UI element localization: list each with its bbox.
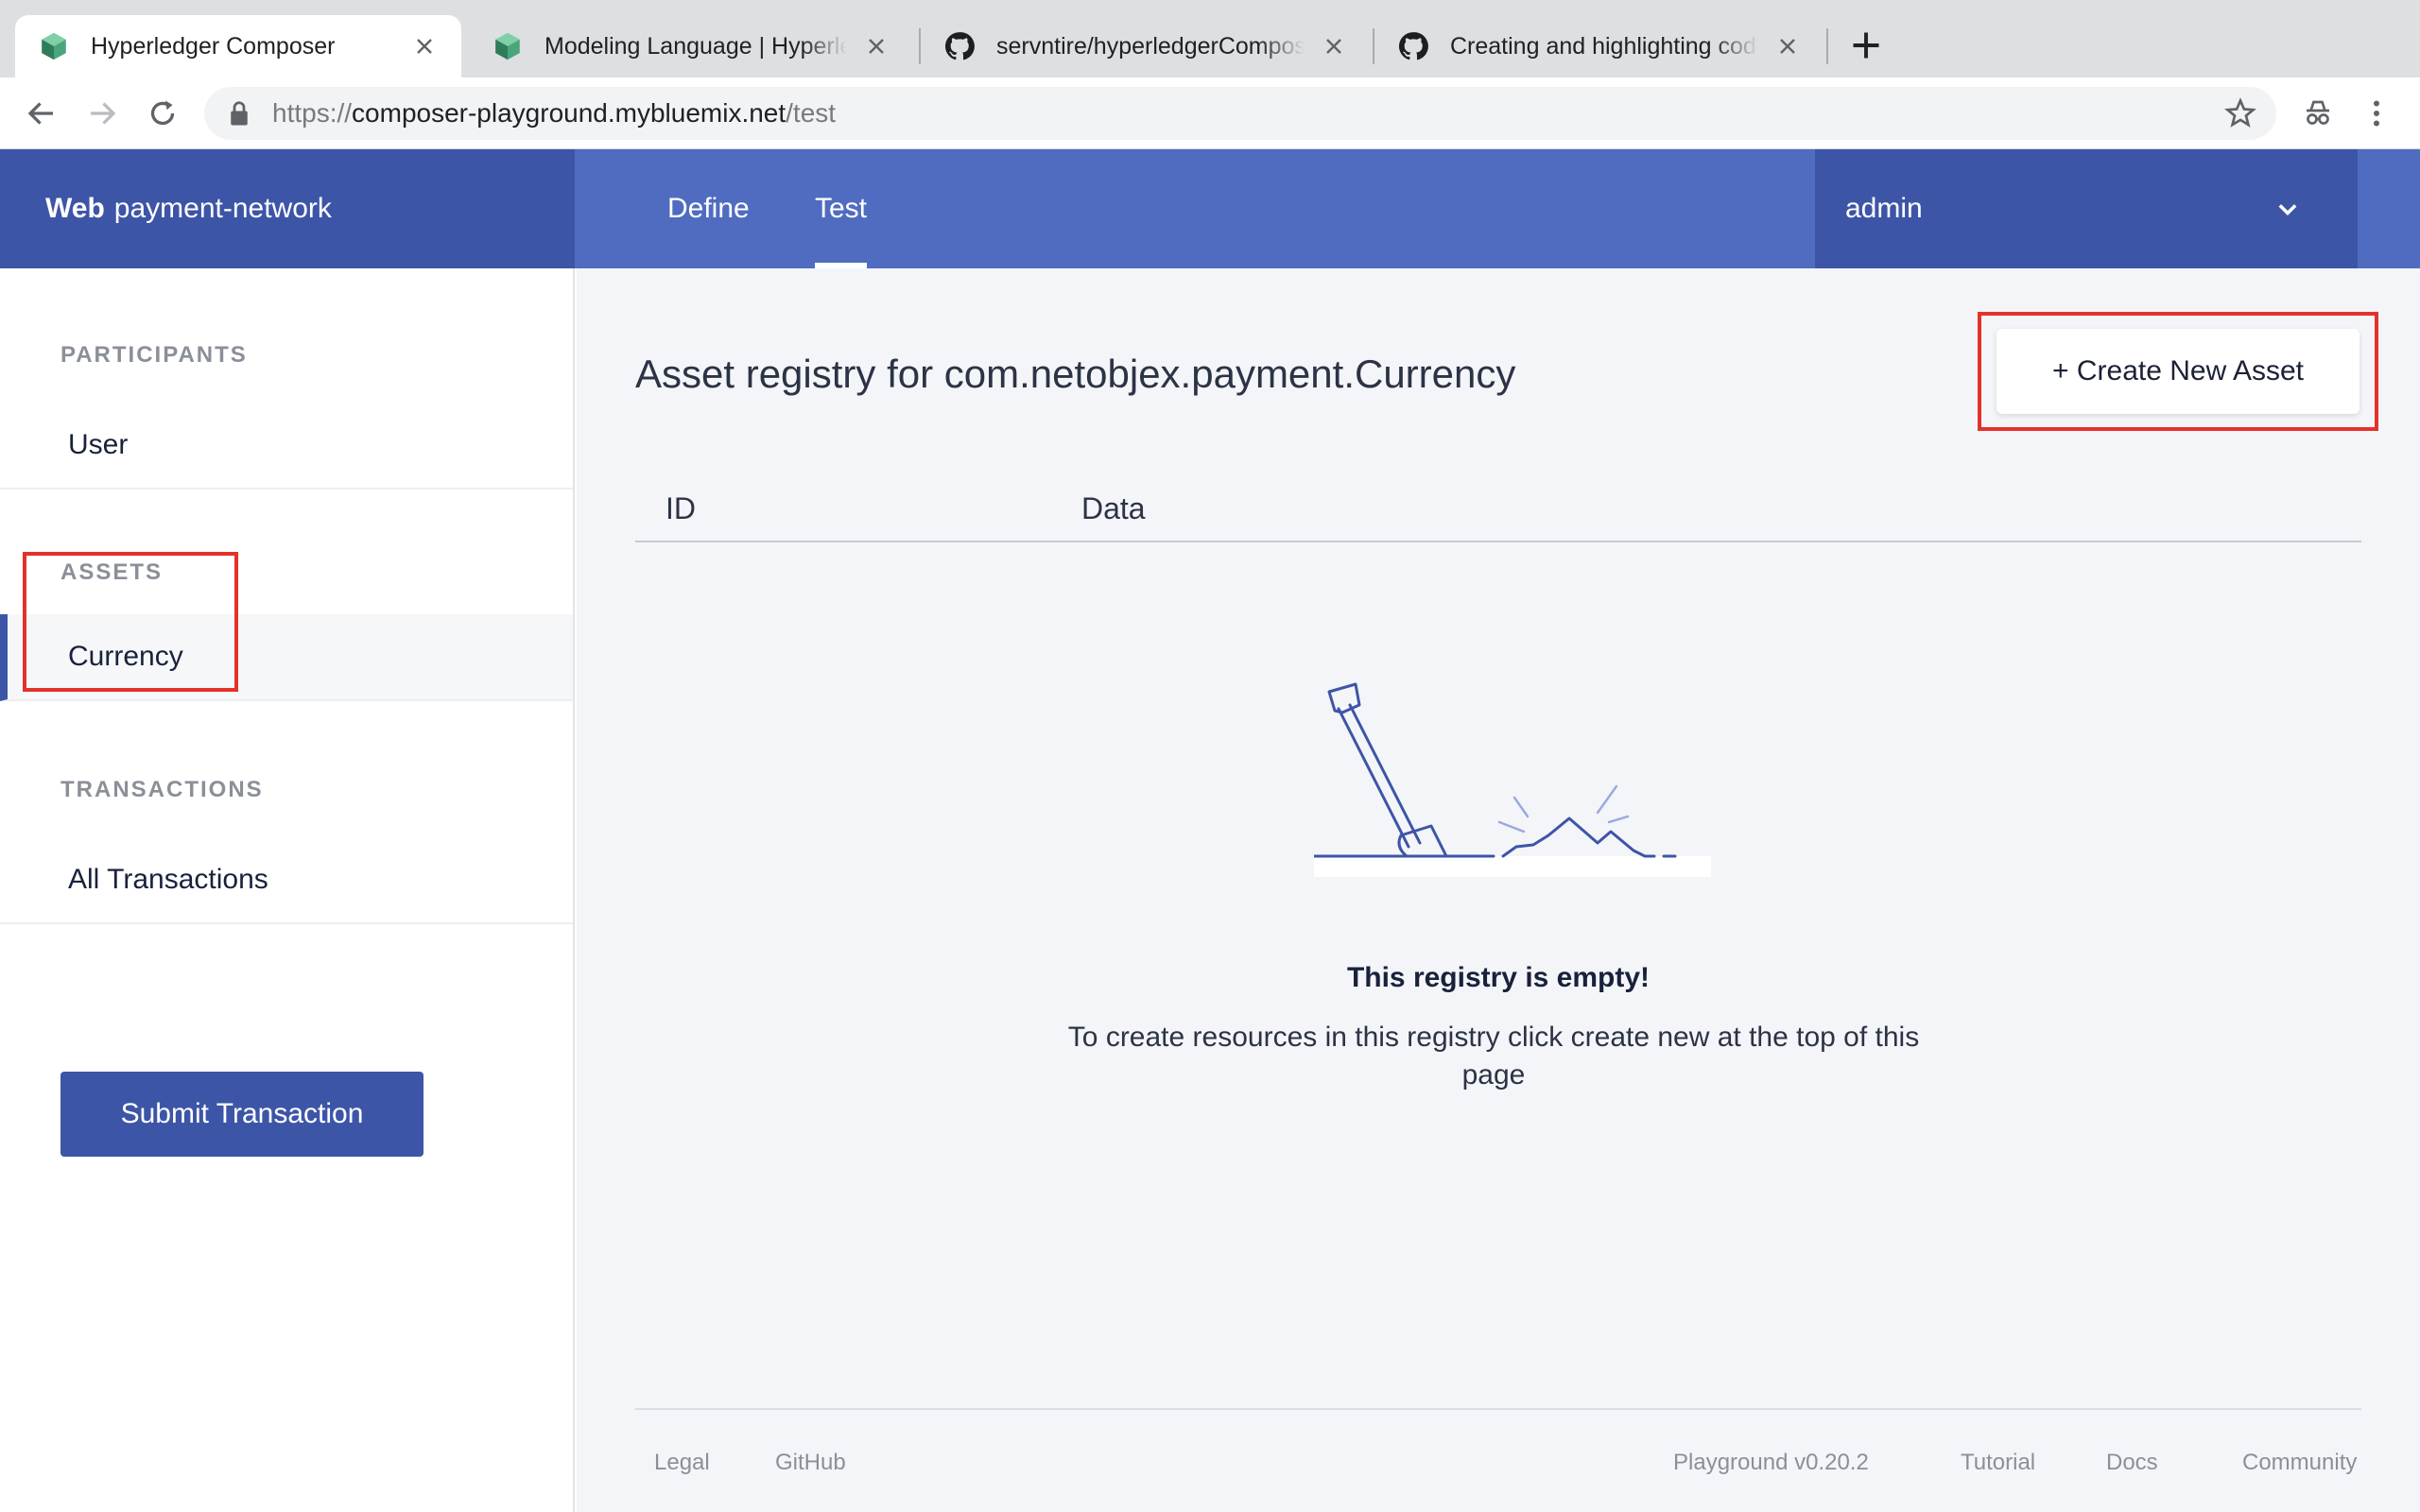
url-host: composer-playground.mybluemix.net <box>352 98 786 128</box>
brand-web: Web <box>45 193 105 224</box>
close-tab-icon[interactable] <box>1773 32 1802 60</box>
business-network-name: payment-network <box>113 193 332 224</box>
github-icon <box>944 32 975 60</box>
participants-heading: PARTICIPANTS <box>60 342 248 368</box>
page-title: Asset registry for com.netobjex.payment.… <box>635 352 1516 396</box>
back-arrow-icon[interactable] <box>25 96 59 130</box>
transactions-heading: TRANSACTIONS <box>60 777 264 802</box>
footer-link-legal[interactable]: Legal <box>654 1450 710 1476</box>
browser-toolbar: https://composer-playground.mybluemix.ne… <box>0 77 2420 149</box>
close-tab-icon[interactable] <box>1320 32 1348 60</box>
footer-link-community[interactable]: Community <box>2242 1450 2357 1476</box>
table-header: ID Data <box>635 478 2361 542</box>
lock-icon <box>231 101 248 126</box>
footer-link-tutorial[interactable]: Tutorial <box>1961 1450 2035 1476</box>
tab-title: servntire/hyperledgerComposer <box>996 32 1305 60</box>
browser-tab[interactable]: Modeling Language | Hyperledger Composer <box>469 15 913 77</box>
tab-separator <box>1826 28 1828 64</box>
empty-shovel-illustration <box>1314 682 1711 877</box>
assets-highlight-box <box>23 552 238 692</box>
user-menu[interactable]: admin <box>1815 149 2358 268</box>
browser-tab[interactable]: servntire/hyperledgerComposer <box>921 15 1371 77</box>
bookmark-star-icon[interactable] <box>2223 96 2257 130</box>
incognito-icon[interactable] <box>2301 96 2335 130</box>
browser-tab[interactable]: Hyperledger Composer <box>15 15 461 77</box>
url-scheme: https:// <box>272 98 353 128</box>
sidebar-item-all-transactions[interactable]: All Transactions <box>0 837 573 924</box>
browser-tabstrip: Hyperledger Composer Modeling Language |… <box>0 0 2420 77</box>
reload-icon[interactable] <box>146 96 180 130</box>
tab-test[interactable]: Test <box>815 149 868 268</box>
composer-cube-icon <box>42 32 66 60</box>
column-header-id: ID <box>666 491 696 525</box>
footer-link-github[interactable]: GitHub <box>775 1450 846 1476</box>
footer-link-docs[interactable]: Docs <box>2106 1450 2158 1476</box>
tab-define[interactable]: Define <box>667 149 750 268</box>
empty-state-description: To create resources in this registry cli… <box>1067 1022 1920 1091</box>
new-tab-plus-icon[interactable] <box>1849 28 1883 62</box>
tab-title: Modeling Language | Hyperledger Composer <box>544 32 847 60</box>
empty-state-title: This registry is empty! <box>1346 962 1651 993</box>
main-content: Asset registry for com.netobjex.payment.… <box>577 268 2420 1512</box>
tab-title: Creating and highlighting code blocks <box>1450 32 1758 60</box>
more-menu-icon[interactable] <box>2360 96 2394 130</box>
sidebar: PARTICIPANTS User ASSETS Currency TRANSA… <box>0 268 575 1512</box>
address-bar[interactable]: https://composer-playground.mybluemix.ne… <box>204 87 2276 140</box>
tab-title: Hyperledger Composer <box>91 32 336 60</box>
sidebar-item-user[interactable]: User <box>0 403 573 490</box>
column-header-data: Data <box>1081 491 1146 525</box>
user-name: admin <box>1845 193 1923 224</box>
github-icon <box>1398 32 1428 60</box>
chevron-down-icon <box>2278 204 2297 215</box>
submit-transaction-button[interactable]: Submit Transaction <box>60 1072 424 1157</box>
forward-arrow-icon[interactable] <box>85 96 119 130</box>
app-header: Web payment-network Define Test admin <box>0 149 2420 268</box>
browser-tab[interactable]: Creating and highlighting code blocks <box>1374 15 1824 77</box>
url-path: /test <box>786 98 837 128</box>
footer-version: Playground v0.20.2 <box>1673 1450 1869 1475</box>
close-tab-icon[interactable] <box>410 32 439 60</box>
close-tab-icon[interactable] <box>862 32 890 60</box>
create-button-highlight-box <box>1978 312 2378 431</box>
composer-cube-icon <box>495 32 520 60</box>
footer: Legal GitHub Playground v0.20.2 Tutorial… <box>635 1408 2361 1512</box>
brand[interactable]: Web payment-network <box>0 149 575 268</box>
